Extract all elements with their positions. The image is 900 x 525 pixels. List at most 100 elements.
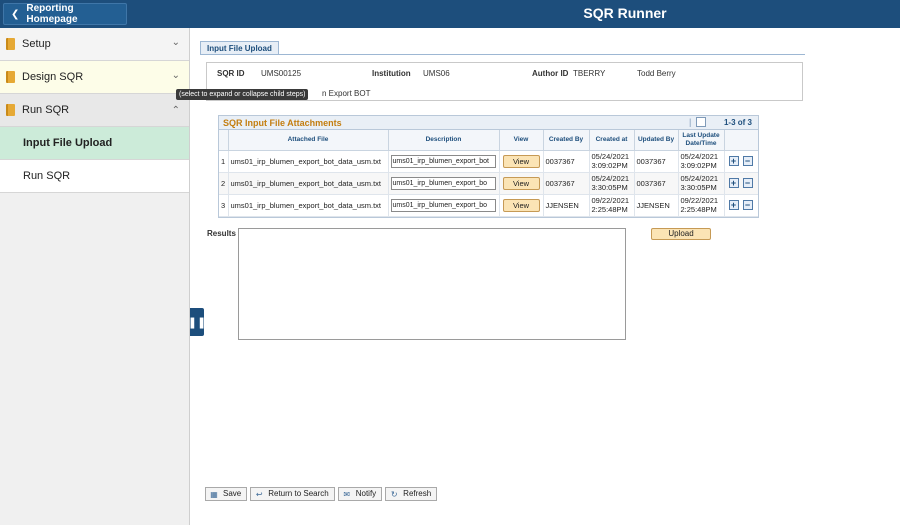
updated-date: 09/22/2021 [680, 196, 719, 205]
row-number: 3 [219, 194, 229, 217]
view-header: View [499, 130, 544, 151]
description-cell: ums01_irp_blumen_export_bot [388, 150, 500, 173]
delete-row-icon[interactable]: − [742, 178, 753, 188]
updated-time: 2:25:48PM [680, 205, 717, 214]
attached-file-link[interactable]: ums01_irp_blumen_export_bot_data_usm.txt [228, 172, 389, 195]
description-cell: ums01_irp_blumen_export_bo [388, 194, 500, 217]
refresh-button[interactable]: ↻ Refresh [385, 487, 438, 501]
tab-divider [200, 54, 805, 55]
chevron-down-icon: ⌄ [171, 70, 180, 81]
updated-time: 3:30:05PM [680, 183, 717, 192]
sidebar-child-run-sqr[interactable]: Run SQR [0, 160, 189, 193]
created-at-cell: 05/24/2021 3:30:05PM [589, 172, 635, 195]
save-button[interactable]: ▦ Save [205, 487, 248, 501]
description-cell: ums01_irp_blumen_export_bo [388, 172, 500, 195]
table-header-row: Attached File Description View Created B… [219, 130, 758, 151]
institution-label: Institution [372, 69, 411, 78]
grid-separator: | [689, 117, 692, 127]
delete-row-icon[interactable]: − [742, 156, 753, 166]
page-toolbar: ▦ Save ↩ Return to Search ✉ Notify ↻ Ref… [205, 487, 438, 501]
folder-icon [6, 104, 15, 116]
pause-icon[interactable]: ❚❚ [188, 308, 206, 336]
results-label: Results [207, 229, 236, 238]
updated-by-cell: 0037367 [634, 172, 679, 195]
sidebar-item-setup[interactable]: Setup ⌄ [0, 28, 189, 61]
top-banner: ❮ Reporting Homepage SQR Runner [0, 0, 900, 28]
institution-value: UMS06 [423, 69, 450, 78]
notify-button[interactable]: ✉ Notify [337, 487, 383, 501]
results-textarea[interactable] [238, 228, 626, 340]
sidebar: Setup ⌄ Design SQR ⌄ Run SQR ⌃ Input Fil… [0, 28, 190, 525]
row-number-header [219, 130, 229, 151]
refresh-label: Refresh [403, 489, 432, 498]
return-label: Return to Search [268, 489, 329, 498]
created-by-header: Created By [543, 130, 590, 151]
view-button[interactable]: View [502, 154, 540, 168]
attached-file-header: Attached File [228, 130, 389, 151]
save-label: Save [223, 489, 242, 498]
description-input[interactable]: ums01_irp_blumen_export_bo [390, 176, 496, 190]
view-cell: View [499, 172, 544, 195]
input-file-attachments-grid: SQR Input File Attachments | 1-3 of 3 At… [218, 115, 759, 218]
updated-by-cell: 0037367 [634, 150, 679, 173]
last-update-cell: 05/24/2021 3:30:05PM [678, 172, 725, 195]
delete-row-icon[interactable]: − [742, 200, 753, 210]
chevron-up-icon: ⌃ [171, 105, 180, 116]
created-at-header: Created at [589, 130, 635, 151]
upload-button[interactable]: Upload [651, 228, 711, 240]
updated-by-cell: JJENSEN [634, 194, 679, 217]
author-id-value: TBERRY [573, 69, 606, 78]
sidebar-item-label: Design SQR [22, 71, 84, 83]
view-cell: View [499, 194, 544, 217]
add-row-icon[interactable]: + [728, 178, 739, 188]
attachments-table: Attached File Description View Created B… [219, 130, 758, 217]
grid-title: SQR Input File Attachments [223, 118, 342, 128]
sqr-id-value: UMS00125 [261, 69, 302, 78]
sidebar-item-label: Setup [22, 38, 51, 50]
notify-icon: ✉ [343, 489, 351, 499]
return-to-search-button[interactable]: ↩ Return to Search [250, 487, 335, 501]
view-button[interactable]: View [502, 198, 540, 212]
created-by-cell: 0037367 [543, 172, 590, 195]
updated-time: 3:09:02PM [680, 161, 717, 170]
row-number: 1 [219, 150, 229, 173]
add-row-icon[interactable]: + [728, 156, 739, 166]
updated-date: 05/24/2021 [680, 152, 719, 161]
sidebar-child-input-file-upload[interactable]: Input File Upload [0, 127, 189, 160]
tab-input-file-upload[interactable]: Input File Upload [200, 41, 279, 55]
created-at-cell: 05/24/2021 3:09:02PM [589, 150, 635, 173]
row-actions: + − [724, 194, 758, 217]
author-id-label: Author ID [532, 69, 569, 78]
sidebar-item-run-sqr[interactable]: Run SQR ⌃ [0, 94, 189, 127]
grid-row-count: 1-3 of 3 [723, 118, 752, 127]
attached-file-link[interactable]: ums01_irp_blumen_export_bot_data_usm.txt [228, 194, 389, 217]
notify-label: Notify [355, 489, 377, 498]
created-time: 2:25:48PM [591, 205, 628, 214]
grid-title-bar: SQR Input File Attachments | 1-3 of 3 [219, 116, 758, 130]
table-row: 3 ums01_irp_blumen_export_bot_data_usm.t… [219, 194, 758, 217]
author-name-value: Todd Berry [637, 69, 676, 78]
last-update-cell: 05/24/2021 3:09:02PM [678, 150, 725, 173]
description-input[interactable]: ums01_irp_blumen_export_bo [390, 198, 496, 212]
updated-by-header: Updated By [634, 130, 679, 151]
folder-icon [6, 71, 15, 83]
updated-date: 05/24/2021 [680, 174, 719, 183]
folder-icon [6, 38, 15, 50]
created-by-cell: JJENSEN [543, 194, 590, 217]
save-icon: ▦ [210, 489, 218, 499]
personalize-icon[interactable] [696, 117, 706, 127]
add-row-icon[interactable]: + [728, 200, 739, 210]
description-input[interactable]: ums01_irp_blumen_export_bot [390, 154, 496, 168]
sidebar-item-design-sqr[interactable]: Design SQR ⌄ [0, 61, 189, 94]
created-time: 3:30:05PM [591, 183, 628, 192]
row-actions-header [724, 130, 758, 151]
attached-file-link[interactable]: ums01_irp_blumen_export_bot_data_usm.txt [228, 150, 389, 173]
view-button[interactable]: View [502, 176, 540, 190]
row-actions: + − [724, 150, 758, 173]
row-actions: + − [724, 172, 758, 195]
view-cell: View [499, 150, 544, 173]
expand-collapse-tooltip: (select to expand or collapse child step… [176, 89, 309, 100]
created-time: 3:09:02PM [591, 161, 628, 170]
created-by-cell: 0037367 [543, 150, 590, 173]
created-date: 05/24/2021 [591, 174, 630, 183]
